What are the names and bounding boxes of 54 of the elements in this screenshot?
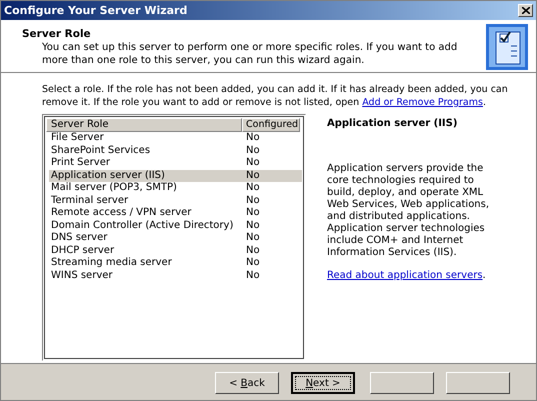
wizard-button[interactable]: [370, 372, 434, 394]
configured-status: No: [245, 244, 260, 257]
configured-status: No: [245, 270, 260, 282]
details-title: Application server (IIS): [327, 117, 458, 130]
role-name: DNS server: [50, 232, 108, 244]
close-icon: [522, 7, 530, 14]
role-name: Mail server (POP3, SMTP): [50, 182, 178, 194]
configured-status: No: [245, 257, 260, 270]
close-button[interactable]: [518, 4, 533, 17]
role-name: WINS server: [50, 270, 114, 282]
configured-status: No: [245, 232, 260, 244]
role-name: Terminal server: [50, 194, 130, 207]
role-name: Application server (IIS): [50, 170, 166, 182]
role-row[interactable]: DHCP server No: [49, 244, 302, 257]
page-description: You can set up this server to perform one or more specific roles. If you want to add more than one role to this server, you can run this wizard again.: [41, 41, 458, 67]
read-about-link[interactable]: Read about application servers: [327, 270, 483, 281]
configured-status: No: [245, 220, 260, 232]
role-row[interactable]: SharePoint Services No: [49, 144, 302, 157]
role-name: Streaming media server: [50, 257, 173, 270]
details-link-text: Read about application servers.: [327, 270, 487, 282]
role-row[interactable]: DNS server No: [49, 232, 302, 244]
role-name: Remote access / VPN server: [50, 207, 192, 220]
wizard-checklist-icon: [486, 24, 528, 70]
wizard-button[interactable]: [446, 372, 510, 394]
details-description: Application servers provide the core technologies required to build, deploy, and operate XML Web Services, Web applications, and distributed applications. Application server technologies include COM+ and Internet Information Services (IIS).: [327, 163, 490, 259]
wizard-button[interactable]: < Back: [215, 372, 279, 394]
role-name: Domain Controller (Active Directory): [50, 220, 234, 232]
role-row[interactable]: Streaming media server No: [49, 257, 302, 270]
role-name: DHCP server: [50, 244, 116, 257]
column-header[interactable]: Configured: [242, 118, 300, 132]
configured-status: No: [245, 182, 260, 194]
role-name: SharePoint Services: [50, 144, 152, 157]
role-row[interactable]: File Server No: [49, 132, 302, 144]
configured-status: No: [245, 157, 260, 170]
role-row[interactable]: Domain Controller (Active Directory) No: [49, 220, 302, 232]
role-row[interactable]: Remote access / VPN server No: [49, 207, 302, 220]
role-row[interactable]: Application server (IIS) No: [49, 170, 302, 182]
role-row[interactable]: Mail server (POP3, SMTP) No: [49, 182, 302, 194]
configured-status: No: [245, 194, 260, 207]
role-row[interactable]: WINS server No: [49, 270, 302, 282]
configured-status: No: [245, 132, 260, 144]
role-row[interactable]: Terminal server No: [49, 194, 302, 207]
role-name: File Server: [50, 132, 105, 144]
column-header[interactable]: Server Role: [46, 118, 242, 132]
page-title: Server Role: [22, 28, 92, 41]
role-name: Print Server: [50, 157, 111, 170]
configured-status: No: [245, 170, 260, 182]
instruction-text: Select a role. If the role has not been added, you can add it. If it has already been added, you can remove it. If the role you want to add or remove is not listed, open Add or Remove Programs.: [42, 83, 509, 109]
wizard-button[interactable]: Next >: [291, 372, 355, 394]
add-remove-programs-link[interactable]: Add or Remove Programs: [362, 97, 483, 108]
configured-status: No: [245, 207, 260, 220]
role-row[interactable]: Print Server No: [49, 157, 302, 170]
window-title: Configure Your Server Wizard: [4, 5, 188, 16]
configured-status: No: [245, 144, 260, 157]
